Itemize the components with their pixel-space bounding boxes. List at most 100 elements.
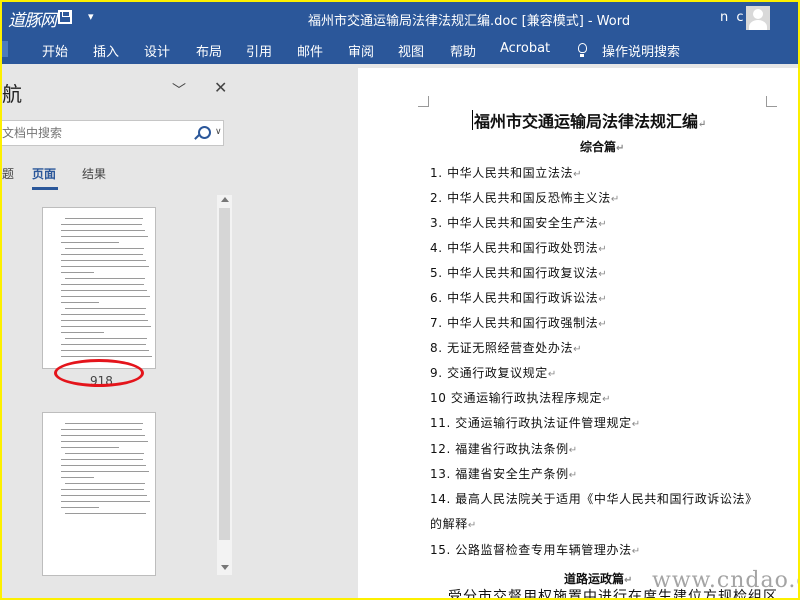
- tab-pages[interactable]: 页面: [32, 165, 56, 182]
- text-cursor: [472, 110, 473, 130]
- thumbnail-text-line: [61, 344, 146, 345]
- save-icon[interactable]: [58, 10, 72, 24]
- thumbnail-text-line: [61, 350, 149, 351]
- tab-review[interactable]: 审阅: [348, 41, 374, 60]
- section-heading: 综合篇↵: [580, 140, 625, 154]
- lightbulb-icon: [578, 43, 587, 57]
- chevron-down-icon[interactable]: ﹀: [172, 80, 186, 100]
- thumbnail-text-line: [61, 471, 149, 472]
- tab-headings[interactable]: 题: [2, 165, 14, 182]
- ribbon-tabs: 开始 插入 设计 布局 引用 邮件 审阅 视图 帮助 Acrobat 操作说明搜…: [2, 34, 798, 64]
- tab-results[interactable]: 结果: [82, 165, 106, 182]
- crop-mark: [418, 96, 429, 107]
- tell-me-search[interactable]: 操作说明搜索: [602, 41, 680, 60]
- document-page[interactable]: 福州市交通运输局法律法规汇编↵ 综合篇↵ 1. 中华人民共和国立法法↵ 2. 中…: [358, 68, 798, 598]
- thumbnail-text-line: [65, 513, 146, 514]
- thumbnail-text-line: [61, 501, 150, 502]
- thumbnail-text-line: [61, 459, 143, 460]
- list-item: 9. 交通行政复议规定↵: [430, 366, 557, 380]
- title-bar: 道豚网 ▾ 福州市交通运输局法律法规汇编.doc [兼容模式] - Word n…: [2, 2, 798, 34]
- section-heading: 道路运政篇↵: [564, 572, 633, 586]
- tab-acrobat[interactable]: Acrobat: [500, 41, 550, 56]
- thumbnail-text-line: [61, 477, 94, 478]
- list-item: 的解释↵: [430, 517, 477, 531]
- list-item: 1. 中华人民共和国立法法↵: [430, 166, 583, 180]
- thumbnail-text-line: [61, 447, 119, 448]
- scroll-up-icon[interactable]: [221, 197, 229, 202]
- thumbnail-text-line: [61, 429, 142, 430]
- list-item: 15. 公路监督检查专用车辆管理办法↵: [430, 543, 641, 557]
- thumbnail-text-line: [61, 236, 148, 237]
- tab-layout[interactable]: 布局: [196, 41, 222, 60]
- thumbnail-text-line: [65, 218, 143, 219]
- site-logo: 道豚网: [8, 11, 57, 31]
- thumbnail-text-line: [61, 254, 143, 255]
- thumbnail-text-line: [61, 290, 147, 291]
- tab-references[interactable]: 引用: [246, 41, 272, 60]
- thumbnail-scrollbar[interactable]: [217, 195, 232, 575]
- thumbnail-text-line: [61, 465, 146, 466]
- active-tab-indicator: [32, 187, 58, 190]
- thumbnail-text-line: [61, 495, 147, 496]
- search-icon[interactable]: [198, 126, 211, 139]
- thumbnail-text-line: [61, 435, 145, 436]
- document-title: 福州市交通运输局法律法规汇编.doc [兼容模式] - Word: [308, 14, 631, 29]
- word-window: 道豚网 ▾ 福州市交通运输局法律法规汇编.doc [兼容模式] - Word n…: [2, 2, 798, 598]
- nav-pane-title: 航: [2, 82, 22, 106]
- search-input[interactable]: [2, 124, 182, 142]
- thumbnail-text-line: [61, 332, 104, 333]
- list-item: 13. 福建省安全生产条例↵: [430, 467, 578, 481]
- file-tab-edge[interactable]: [2, 41, 8, 57]
- scrollbar-thumb[interactable]: [219, 208, 230, 540]
- thumbnail-text-line: [65, 248, 144, 249]
- navigation-pane: 航 ﹀ ✕ ∨ 题 页面 结果 918: [2, 64, 244, 598]
- thumbnail-text-line: [61, 507, 99, 508]
- list-item: 6. 中华人民共和国行政诉讼法↵: [430, 291, 608, 305]
- page-thumbnail[interactable]: [42, 412, 156, 576]
- list-item: 5. 中华人民共和国行政复议法↵: [430, 266, 608, 280]
- list-item: 8. 无证无照经营查处办法↵: [430, 341, 583, 355]
- document-canvas[interactable]: 福州市交通运输局法律法规汇编↵ 综合篇↵ 1. 中华人民共和国立法法↵ 2. 中…: [244, 64, 798, 598]
- close-icon[interactable]: ✕: [214, 78, 227, 97]
- thumbnail-text-line: [65, 338, 147, 339]
- thumbnail-text-line: [65, 483, 145, 484]
- list-item: 3. 中华人民共和国安全生产法↵: [430, 216, 608, 230]
- thumbnail-text-line: [61, 260, 146, 261]
- thumbnail-text-line: [61, 302, 99, 303]
- list-item: 4. 中华人民共和国行政处罚法↵: [430, 241, 608, 255]
- search-options-caret-icon[interactable]: ∨: [215, 127, 222, 137]
- thumbnail-text-line: [61, 242, 119, 243]
- list-item: 12. 福建省行政执法条例↵: [430, 442, 578, 456]
- tab-design[interactable]: 设计: [144, 41, 170, 60]
- thumbnail-text-line: [61, 296, 150, 297]
- avatar[interactable]: [746, 6, 770, 30]
- thumbnail-text-line: [61, 320, 148, 321]
- thumbnail-text-line: [65, 423, 143, 424]
- thumbnail-text-line: [61, 266, 149, 267]
- list-item: 2. 中华人民共和国反恐怖主义法↵: [430, 191, 620, 205]
- crop-mark: [766, 96, 777, 107]
- scroll-down-icon[interactable]: [221, 565, 229, 570]
- tab-mailings[interactable]: 邮件: [297, 41, 323, 60]
- thumbnail-text-line: [61, 230, 145, 231]
- thumbnail-text-line: [65, 453, 144, 454]
- thumbnail-text-line: [61, 356, 152, 357]
- thumbnail-text-line: [61, 284, 144, 285]
- thumbnail-text-line: [61, 326, 151, 327]
- list-item: 7. 中华人民共和国行政强制法↵: [430, 316, 608, 330]
- watermark: www.cndao.com: [652, 568, 798, 593]
- user-name[interactable]: n c: [720, 10, 746, 25]
- tab-home[interactable]: 开始: [42, 41, 68, 60]
- thumbnail-text-line: [61, 272, 94, 273]
- thumbnail-text-line: [61, 441, 148, 442]
- thumbnail-text-line: [61, 224, 142, 225]
- customize-quick-access-icon[interactable]: ▾: [88, 10, 94, 23]
- tab-view[interactable]: 视图: [398, 41, 424, 60]
- thumbnail-text-line: [61, 314, 145, 315]
- list-item: 11. 交通运输行政执法证件管理规定↵: [430, 416, 641, 430]
- thumbnail-text-line: [65, 278, 145, 279]
- tab-help[interactable]: 帮助: [450, 41, 476, 60]
- page-thumbnail[interactable]: [42, 207, 156, 369]
- nav-search-box[interactable]: ∨: [2, 120, 224, 146]
- tab-insert[interactable]: 插入: [93, 41, 119, 60]
